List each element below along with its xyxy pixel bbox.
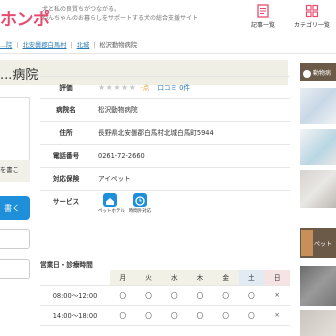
hours-row: 08:00〜12:00 〇 〇 〇 〇 〇 〇 × xyxy=(40,285,290,306)
insurance-value: アイペット xyxy=(98,175,131,183)
breadcrumb-item-root[interactable]: ...院 xyxy=(0,42,12,49)
document-list-icon xyxy=(257,4,269,18)
day-header: 金 xyxy=(212,270,239,286)
hours-corner xyxy=(40,270,110,286)
sidebar-header-label: 動物病 xyxy=(313,70,332,77)
sidebar-category-label: ペット xyxy=(314,241,333,248)
day-header: 水 xyxy=(161,270,188,286)
hours-mark: 〇 xyxy=(135,285,162,306)
sidebar-category-image xyxy=(301,230,313,256)
review-count-link[interactable]: 口コミ 0件 xyxy=(157,84,190,92)
hours-mark: 〇 xyxy=(110,285,136,306)
day-header-sunday: 日 xyxy=(264,270,290,286)
site-tagline: 犬と私の良質ちがつながる。 わんちゃんのお暮らしをサポートする犬の総合支援サイト xyxy=(42,5,198,23)
hours-time: 08:00〜12:00 xyxy=(40,285,110,306)
info-label: 電話番号 xyxy=(52,152,80,160)
sidebar-section-header: 動物病 xyxy=(300,63,336,81)
hours-title: 営業日・診療時間 xyxy=(40,261,93,269)
hours-mark: 〇 xyxy=(110,305,136,326)
rating-value: ★★★★★ -点 口コミ 0件 xyxy=(98,77,190,99)
hours-mark: 〇 xyxy=(135,305,162,326)
review-prompt: を書こ xyxy=(0,160,30,182)
breadcrumb-separator: | xyxy=(93,42,96,49)
hours-mark: × xyxy=(264,285,290,306)
rating-stars: ★★★★★ xyxy=(98,83,137,92)
day-header: 火 xyxy=(135,270,162,286)
breadcrumb-item-current: 松沢動物病院 xyxy=(99,42,138,49)
address-value: 長野県北安曇郡白馬村北城白馬町5944 xyxy=(98,129,214,137)
info-row-services: サービス ペットホテル 時間外対応 xyxy=(40,191,290,223)
info-row-name: 病院名 松沢動物病院 xyxy=(40,99,290,122)
breadcrumb-separator: | xyxy=(16,42,19,49)
left-action-box[interactable] xyxy=(0,229,30,249)
day-header: 木 xyxy=(187,270,213,286)
sidebar-article-thumbnail[interactable] xyxy=(300,88,336,124)
hours-mark: 〇 xyxy=(187,305,213,326)
info-row-rating: 評価 ★★★★★ -点 口コミ 0件 xyxy=(40,76,290,99)
sidebar-article-thumbnail[interactable] xyxy=(300,170,336,208)
hours-time: 14:00〜18:00 xyxy=(40,305,110,326)
review-prompt-text: を書こ xyxy=(0,167,19,174)
page-title: ...病院 xyxy=(0,68,39,83)
sidebar-article-thumbnail[interactable] xyxy=(300,266,336,306)
day-header: 月 xyxy=(110,270,136,286)
hours-mark: × xyxy=(264,305,290,326)
info-label: 対応保険 xyxy=(52,175,80,183)
rating-score: -点 xyxy=(140,84,150,92)
service-label: 時間外対応 xyxy=(128,209,152,214)
hours-mark: 〇 xyxy=(238,285,265,306)
breadcrumb-divider xyxy=(0,53,336,54)
hospital-info-table: 評価 ★★★★★ -点 口コミ 0件 病院名 松沢動物病院 住所 長野県北安曇郡白馬… xyxy=(40,76,290,251)
service-label: ペットホテル xyxy=(98,209,125,214)
sidebar-article-thumbnail[interactable] xyxy=(300,310,336,336)
breadcrumb: ...院 | 北安曇郡白馬村 | 北城 | 松沢動物病院 xyxy=(0,40,137,52)
hospital-name-value: 松沢動物病院 xyxy=(98,106,138,114)
nav-categories[interactable]: カテゴリ一覧 xyxy=(292,4,332,29)
hours-header-row: 月 火 水 木 金 土 日 xyxy=(40,270,290,286)
hours-mark: 〇 xyxy=(238,305,265,326)
info-label: 評価 xyxy=(59,84,73,92)
breadcrumb-item-village[interactable]: 北安曇郡白馬村 xyxy=(22,42,66,49)
service-after-hours: 時間外対応 xyxy=(128,193,152,214)
pet-hotel-icon xyxy=(103,193,117,207)
site-header: ホンポ 犬と私の良質ちがつながる。 わんちゃんのお暮らしをサポートする犬の総合支… xyxy=(0,0,336,38)
breadcrumb-separator: | xyxy=(70,42,73,49)
hours-mark: 〇 xyxy=(212,305,239,326)
clock-icon xyxy=(133,193,147,207)
day-header-saturday: 土 xyxy=(238,270,265,286)
hours-mark: 〇 xyxy=(187,285,213,306)
info-row-address: 住所 長野県北安曇郡白馬村北城白馬町5944 xyxy=(40,122,290,145)
hours-mark: 〇 xyxy=(212,285,239,306)
write-review-button[interactable]: 書く xyxy=(0,196,30,220)
hours-mark: 〇 xyxy=(161,305,188,326)
nav-categories-label: カテゴリ一覧 xyxy=(293,22,330,29)
service-pet-hotel: ペットホテル xyxy=(98,193,125,214)
info-label: 病院名 xyxy=(56,106,76,114)
info-label: サービス xyxy=(52,198,80,206)
hours-table: 月 火 水 木 金 土 日 08:00〜12:00 〇 〇 〇 〇 〇 〇 × … xyxy=(40,270,290,326)
write-review-label: 書く xyxy=(4,204,20,213)
tagline-line-2: わんちゃんのお暮らしをサポートする犬の総合支援サイト xyxy=(42,15,199,22)
info-label: 住所 xyxy=(59,129,73,137)
left-action-box[interactable] xyxy=(0,259,30,279)
sidebar-article-thumbnail[interactable] xyxy=(300,129,336,165)
nav-articles[interactable]: 記事一覧 xyxy=(243,4,283,29)
phone-value[interactable]: 0261-72-2660 xyxy=(98,145,145,167)
nav-articles-label: 記事一覧 xyxy=(250,22,275,29)
breadcrumb-item-area[interactable]: 北城 xyxy=(77,42,90,49)
info-row-phone: 電話番号 0261-72-2660 xyxy=(40,145,290,168)
hours-row: 14:00〜18:00 〇 〇 〇 〇 〇 〇 × xyxy=(40,305,290,326)
hours-mark: 〇 xyxy=(161,285,188,306)
tagline-line-1: 犬と私の良質ちがつながる。 xyxy=(42,6,121,13)
category-grid-icon xyxy=(305,4,319,18)
info-row-insurance: 対応保険 アイペット xyxy=(40,168,290,191)
sidebar-paw-icon xyxy=(303,69,311,78)
